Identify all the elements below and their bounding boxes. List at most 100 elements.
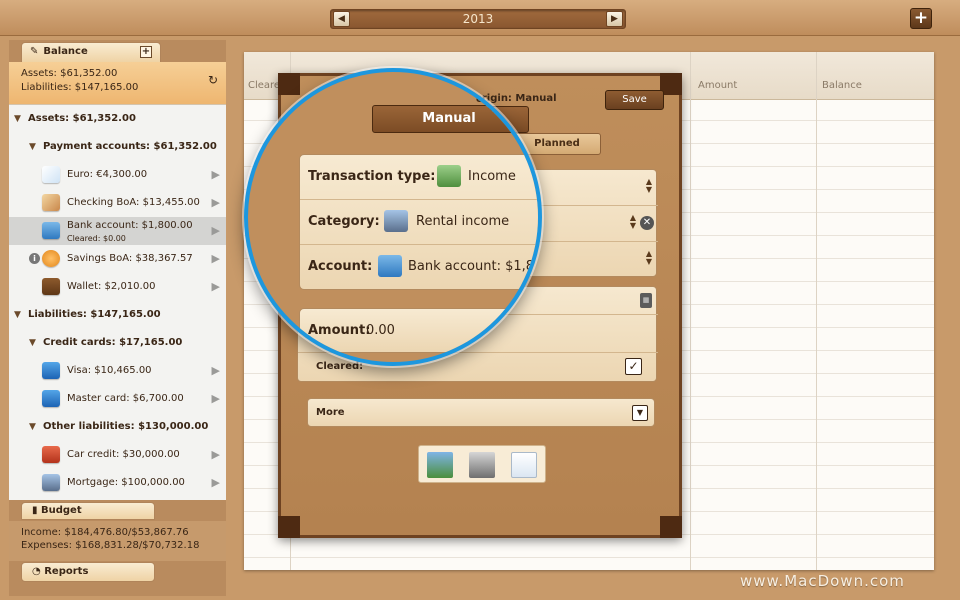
- disclosure-triangle-icon[interactable]: ▼: [29, 133, 36, 161]
- add-transaction-button[interactable]: +: [910, 8, 932, 29]
- account-row-wallet[interactable]: Wallet: $2,010.00 ▶: [9, 273, 226, 301]
- credit-card-icon: [42, 390, 60, 407]
- group-liabilities-label: Liabilities: $147,165.00: [28, 309, 161, 320]
- account-label: Mortgage: $100,000.00: [67, 477, 185, 488]
- category-label: Category:: [308, 214, 380, 229]
- arrow-right-icon[interactable]: ▶: [212, 441, 220, 469]
- bank-icon: [42, 222, 60, 239]
- cleared-checkbox[interactable]: ✓: [625, 358, 642, 375]
- account-row-car-credit[interactable]: Car credit: $30,000.00 ▶: [9, 441, 226, 469]
- top-toolbar: ◀ 2013 ▶ +: [0, 0, 960, 36]
- account-row-visa[interactable]: Visa: $10,465.00 ▶: [9, 357, 226, 385]
- year-navigator: ◀ 2013 ▶: [330, 9, 626, 29]
- column-header-cleared[interactable]: Cleare: [248, 80, 280, 91]
- year-label: 2013: [462, 12, 494, 26]
- disclosure-triangle-icon[interactable]: ▼: [14, 301, 21, 329]
- piggy-bank-icon: [42, 250, 60, 267]
- group-liabilities[interactable]: ▼ Liabilities: $147,165.00: [9, 301, 226, 329]
- edit-icon: ✎: [30, 46, 39, 57]
- transaction-type-value: Income: [468, 169, 516, 184]
- dialog-corner: [660, 516, 682, 538]
- wallet-icon: [42, 278, 60, 295]
- calculator-icon[interactable]: ▦: [640, 293, 652, 308]
- info-icon[interactable]: i: [29, 253, 40, 264]
- stepper-icon[interactable]: ▲ ▼: [646, 178, 652, 194]
- arrow-right-icon[interactable]: ▶: [212, 385, 220, 413]
- refresh-icon[interactable]: ↻: [208, 73, 218, 87]
- account-row-mortgage[interactable]: Mortgage: $100,000.00 ▶: [9, 469, 226, 497]
- magnifier-overlay: origin: Manual Manual Transaction type: …: [244, 68, 542, 366]
- income-total: Income: $184,476.80/$53,867.76: [21, 527, 189, 538]
- add-account-button[interactable]: +: [140, 46, 152, 58]
- arrow-right-icon[interactable]: ▶: [212, 161, 220, 189]
- account-label: Car credit: $30,000.00: [67, 449, 180, 460]
- arrow-right-icon[interactable]: ▶: [212, 469, 220, 497]
- account-label: Wallet: $2,010.00: [67, 281, 156, 292]
- document-icon[interactable]: [511, 452, 537, 478]
- group-other-liabilities[interactable]: ▼ Other liabilities: $130,000.00: [9, 413, 226, 441]
- group-assets[interactable]: ▼ Assets: $61,352.00: [9, 105, 226, 133]
- magnified-transaction-type-row[interactable]: Transaction type: Income: [300, 155, 538, 200]
- reports-tab[interactable]: ◔ Reports: [21, 562, 155, 582]
- budget-summary: Income: $184,476.80/$53,867.76 Expenses:…: [9, 521, 226, 561]
- arrow-left-icon: ◀: [338, 14, 345, 24]
- arrow-right-icon[interactable]: ▶: [212, 273, 220, 301]
- amount-label: Amount:: [308, 323, 371, 338]
- sidebar: ✎ Balance + Assets: $61,352.00 Liabilitie…: [9, 40, 226, 596]
- disclosure-triangle-icon[interactable]: ▼: [14, 105, 21, 133]
- disclosure-triangle-icon[interactable]: ▼: [29, 329, 36, 357]
- account-row-master-card[interactable]: Master card: $6,700.00 ▶: [9, 385, 226, 413]
- watermark: www.MacDown.com: [740, 572, 905, 590]
- arrow-right-icon[interactable]: ▶: [212, 217, 220, 245]
- group-credit-cards[interactable]: ▼ Credit cards: $17,165.00: [9, 329, 226, 357]
- money-icon: [437, 165, 461, 187]
- liabilities-total: Liabilities: $147,165.00: [21, 82, 139, 93]
- dialog-corner: [278, 73, 300, 95]
- expenses-total: Expenses: $168,831.28/$70,732.18: [21, 540, 200, 551]
- arrow-right-icon: ▶: [611, 14, 618, 24]
- house-icon: [42, 474, 60, 491]
- budget-icon: ▮: [32, 505, 38, 516]
- stepper-icon[interactable]: ▲ ▼: [630, 214, 636, 230]
- account-row-savings[interactable]: i Savings BoA: $38,367.57 ▶: [9, 245, 226, 273]
- previous-year-button[interactable]: ◀: [333, 11, 350, 27]
- group-payment-accounts[interactable]: ▼ Payment accounts: $61,352.00: [9, 133, 226, 161]
- more-row[interactable]: More ▼: [307, 398, 655, 427]
- account-label: Savings BoA: $38,367.57: [67, 253, 193, 264]
- next-year-button[interactable]: ▶: [606, 11, 623, 27]
- chevron-down-icon[interactable]: ▼: [632, 405, 648, 421]
- balance-summary: Assets: $61,352.00 Liabilities: $147,165…: [9, 62, 226, 104]
- amount-value: 0.00: [366, 323, 395, 338]
- arrow-right-icon[interactable]: ▶: [212, 189, 220, 217]
- photo-icon[interactable]: [427, 452, 453, 478]
- magnified-amount-row[interactable]: Amount: 0.00: [299, 308, 538, 353]
- account-cleared: Cleared: $0.00: [67, 234, 126, 243]
- account-row-euro[interactable]: Euro: €4,300.00 ▶: [9, 161, 226, 189]
- magnified-tab-manual[interactable]: Manual: [372, 105, 526, 133]
- column-header-balance[interactable]: Balance: [822, 80, 862, 91]
- arrow-right-icon[interactable]: ▶: [212, 245, 220, 273]
- house-icon: [384, 210, 408, 232]
- account-label: Account:: [308, 259, 373, 274]
- magnified-category-row[interactable]: Category: Rental income: [300, 200, 538, 245]
- group-credit-cards-label: Credit cards: $17,165.00: [43, 337, 183, 348]
- column-divider: [816, 52, 817, 570]
- magnified-account-row[interactable]: Account: Bank account: $1,8: [300, 245, 538, 290]
- speaker-icon[interactable]: [469, 452, 495, 478]
- account-row-bank-account[interactable]: Bank account: $1,800.00 Cleared: $0.00 ▶: [9, 217, 226, 245]
- account-label: Visa: $10,465.00: [67, 365, 152, 376]
- clear-icon[interactable]: ✕: [640, 216, 654, 230]
- balance-tab[interactable]: ✎ Balance +: [21, 42, 161, 62]
- group-payment-accounts-label: Payment accounts: $61,352.00: [43, 141, 217, 152]
- credit-card-icon: [42, 362, 60, 379]
- save-button[interactable]: Save: [605, 90, 664, 110]
- pie-chart-icon: ◔: [32, 566, 41, 577]
- stepper-icon[interactable]: ▲ ▼: [646, 250, 652, 266]
- budget-tab-label: Budget: [41, 505, 82, 516]
- budget-tab[interactable]: ▮ Budget: [21, 502, 155, 520]
- bank-icon: [378, 255, 402, 277]
- arrow-right-icon[interactable]: ▶: [212, 357, 220, 385]
- column-header-amount[interactable]: Amount: [698, 80, 737, 91]
- disclosure-triangle-icon[interactable]: ▼: [29, 413, 36, 441]
- group-other-liabilities-label: Other liabilities: $130,000.00: [43, 421, 209, 432]
